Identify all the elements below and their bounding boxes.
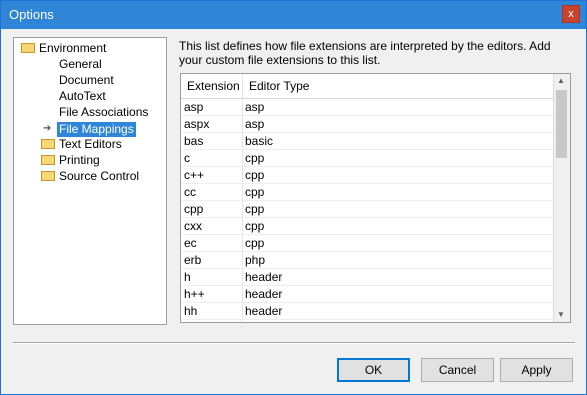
editor-type-cell: header [245, 321, 282, 322]
extension-cell: hpp [184, 321, 204, 322]
file-mappings-list[interactable]: Extension Editor Type asp asp aspx asp bas… [180, 73, 571, 323]
extension-cell: cc [184, 185, 196, 199]
tree-item-document[interactable]: Document [59, 73, 114, 88]
apply-button[interactable]: Apply [500, 358, 573, 382]
vertical-scrollbar[interactable]: ▲ ▼ [553, 74, 570, 322]
ok-button[interactable]: OK [337, 358, 410, 382]
table-row[interactable]: cpp cpp [181, 201, 553, 218]
tree-item-label: Text Editors [59, 137, 122, 151]
scrollbar-thumb[interactable] [556, 90, 567, 158]
table-row[interactable]: c cpp [181, 150, 553, 167]
extension-cell: cxx [184, 219, 202, 233]
description-text: This list defines how file extensions ar… [179, 39, 551, 67]
table-row[interactable]: h header [181, 269, 553, 286]
extension-cell: h [184, 270, 191, 284]
table-row[interactable]: asp asp [181, 99, 553, 116]
tree-item-file-associations[interactable]: File Associations [59, 105, 148, 120]
divider [13, 342, 575, 344]
column-header-editor-type[interactable]: Editor Type [249, 79, 309, 93]
editor-type-cell: header [245, 304, 283, 318]
extension-cell: bas [184, 134, 204, 148]
table-row[interactable]: cc cpp [181, 184, 553, 201]
scroll-up-icon[interactable]: ▲ [557, 76, 565, 85]
title-bar: Options x [1, 1, 586, 29]
editor-type-cell: asp [245, 117, 265, 131]
editor-type-cell: cpp [245, 151, 265, 165]
extension-cell: hh [184, 304, 198, 318]
column-header-extension[interactable]: Extension [187, 79, 240, 93]
tree-item-printing[interactable]: Printing [41, 153, 100, 168]
table-row[interactable]: erb php [181, 252, 553, 269]
folder-open-icon [21, 43, 35, 53]
editor-type-cell: cpp [245, 202, 265, 216]
extension-cell: cpp [184, 202, 204, 216]
extension-cell: erb [184, 253, 202, 267]
tree-item-source-control[interactable]: Source Control [41, 169, 139, 184]
table-row[interactable]: hpp header [181, 320, 553, 322]
extension-cell: ec [184, 236, 197, 250]
folder-icon [41, 171, 55, 181]
tree-item-environment[interactable]: Environment [21, 41, 106, 56]
table-row[interactable]: cxx cpp [181, 218, 553, 235]
selected-arrow-icon: ➔ [43, 123, 52, 134]
editor-type-cell: header [245, 287, 283, 301]
table-row[interactable]: ec cpp [181, 235, 553, 252]
editor-type-cell: cpp [245, 185, 265, 199]
folder-icon [41, 155, 55, 165]
table-row[interactable]: bas basic [181, 133, 553, 150]
cancel-button[interactable]: Cancel [421, 358, 494, 382]
list-header: Extension Editor Type [181, 74, 553, 99]
scroll-down-icon[interactable]: ▼ [557, 310, 565, 319]
table-row[interactable]: h++ header [181, 286, 553, 303]
extension-cell: h++ [184, 287, 205, 301]
tree-item-file-mappings[interactable]: File Mappings [57, 122, 136, 137]
extension-cell: c [184, 151, 190, 165]
editor-type-cell: asp [245, 100, 265, 114]
editor-type-cell: cpp [245, 236, 265, 250]
table-row[interactable]: aspx asp [181, 116, 553, 133]
table-row[interactable]: hh header [181, 303, 553, 320]
editor-type-cell: cpp [245, 168, 265, 182]
editor-type-cell: header [245, 270, 283, 284]
tree-item-label: Source Control [59, 169, 140, 183]
close-button[interactable]: x [562, 5, 580, 23]
tree-item-general[interactable]: General [59, 57, 102, 72]
folder-icon [41, 139, 55, 149]
category-tree: Environment General Document AutoText Fi… [13, 37, 167, 325]
extension-cell: asp [184, 100, 204, 114]
tree-item-autotext[interactable]: AutoText [59, 89, 106, 104]
editor-type-cell: cpp [245, 219, 265, 233]
tree-item-text-editors[interactable]: Text Editors [41, 137, 122, 152]
editor-type-cell: basic [245, 134, 274, 148]
table-row[interactable]: c++ cpp [181, 167, 553, 184]
options-dialog: Options x Environment General Document A… [0, 0, 587, 395]
editor-type-cell: php [245, 253, 266, 267]
tree-item-label: Environment [39, 41, 107, 55]
window-title: Options [9, 7, 54, 22]
tree-item-label: Printing [59, 153, 100, 167]
extension-cell: aspx [184, 117, 210, 131]
extension-cell: c++ [184, 168, 205, 182]
